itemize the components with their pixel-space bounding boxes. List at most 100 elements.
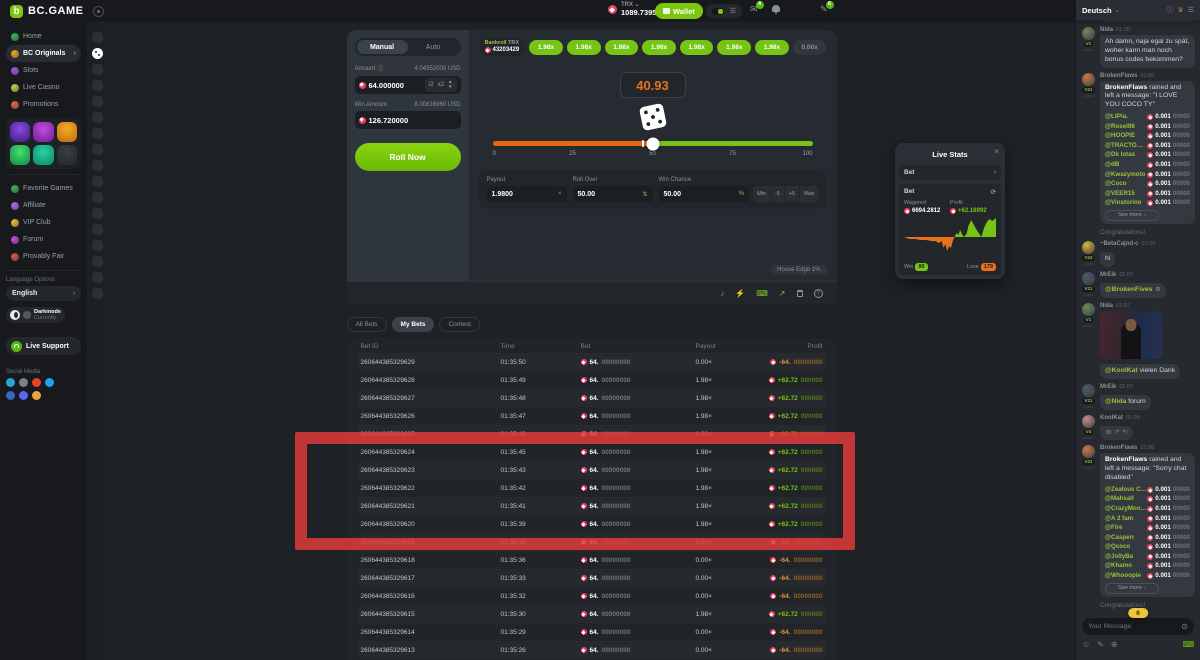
wallet-button[interactable]: Wallet [655, 3, 703, 19]
result-history-pill[interactable]: 1.98x [680, 40, 714, 55]
reddit-icon[interactable] [32, 378, 41, 387]
chance-min-button[interactable]: Min [753, 186, 771, 202]
table-row[interactable]: 26064438532961501:35:3064.000000001.98×+… [357, 605, 827, 623]
game-wheel-icon[interactable] [10, 122, 30, 142]
game-rocket-icon[interactable] [10, 145, 30, 165]
game-stack-icon[interactable] [57, 145, 77, 165]
roll-over-input[interactable]: 50.00 ⇅ [573, 186, 653, 202]
steam-icon[interactable] [19, 378, 28, 387]
close-icon[interactable]: × [994, 147, 999, 156]
slow-mode-icon[interactable]: ⊙ [1181, 622, 1188, 631]
user-mention[interactable]: @BrokenFives [1105, 286, 1152, 293]
recipient-name[interactable]: @VEER15 [1105, 190, 1135, 198]
sidebar-item-live-casino[interactable]: Live Casino [6, 79, 81, 96]
recipient-name[interactable]: @dB [1105, 161, 1119, 169]
rail-dice-game-icon[interactable] [92, 48, 103, 59]
rail-game-icon[interactable] [92, 240, 103, 251]
recipient-name[interactable]: @Dk lotas [1105, 151, 1135, 159]
avatar[interactable] [1082, 73, 1095, 86]
recipient-name[interactable]: @Vinstorino [1105, 199, 1142, 207]
sidebar-item-provably-fair[interactable]: Provably Fair [6, 248, 81, 265]
sidebar-collapse-button[interactable] [93, 6, 104, 17]
recipient-name[interactable]: @Zealous Coryd... [1105, 486, 1147, 494]
chance-max-button[interactable]: Max [800, 186, 818, 202]
result-history-pill[interactable]: 1.98x [605, 40, 639, 55]
table-row[interactable]: 26064438532962801:35:4964.000000001.98×+… [357, 371, 827, 389]
reset-icon[interactable]: ⟳ [991, 188, 996, 196]
live-stats-bet-row[interactable]: Bet › [899, 165, 1001, 180]
result-history-pill[interactable]: 1.98x [642, 40, 676, 55]
rail-game-icon[interactable] [92, 272, 103, 283]
sidebar-item-vip-club[interactable]: VIP Club [6, 214, 81, 231]
result-history-pill[interactable]: 1.98x [755, 40, 789, 55]
bc-logo-icon[interactable]: b [10, 5, 23, 18]
chat-message-input[interactable] [1088, 623, 1177, 630]
avatar[interactable] [1082, 445, 1095, 458]
trophy-icon[interactable]: ♕ [1177, 6, 1183, 14]
rail-game-icon[interactable] [92, 176, 103, 187]
amount-stepper[interactable]: ▲▼ [448, 80, 452, 90]
rail-game-icon[interactable] [92, 288, 103, 299]
avatar[interactable] [1082, 384, 1095, 397]
payout-input[interactable]: 1.9800 × [487, 186, 567, 202]
table-row[interactable]: 26064438532961701:35:3364.000000000.00×-… [357, 569, 827, 587]
chat-language-select[interactable]: Deutsch [1082, 6, 1112, 15]
rail-game-icon[interactable] [92, 64, 103, 75]
chat-rules-icon[interactable]: ⌨ [1182, 640, 1194, 649]
gif-icon[interactable]: ✎ [1097, 640, 1104, 649]
sidebar-item-slots[interactable]: Slots [6, 62, 81, 79]
attach-icon[interactable]: ⊕ [1111, 640, 1118, 649]
recipient-name[interactable]: @Whooopie [1105, 572, 1141, 580]
half-bet-button[interactable]: /2 [429, 82, 434, 88]
rail-game-icon[interactable] [92, 256, 103, 267]
notifications-bell-icon[interactable] [772, 5, 780, 12]
chance-minus5-button[interactable]: -5 [771, 186, 785, 202]
win-amount-input[interactable]: 126.720000 [355, 111, 461, 129]
twitter-icon[interactable] [45, 378, 54, 387]
rail-game-icon[interactable] [92, 144, 103, 155]
recipient-name[interactable]: @Fire [1105, 524, 1122, 532]
rail-game-icon[interactable] [92, 128, 103, 139]
double-bet-button[interactable]: x2 [438, 82, 444, 88]
tab-my-bets[interactable]: My Bets [392, 317, 435, 332]
game-gem-icon[interactable] [33, 145, 53, 165]
table-row[interactable]: 26064438532961301:35:2664.000000000.00×-… [357, 641, 827, 659]
darkmode-toggle[interactable]: Darkmode Currently [6, 307, 65, 323]
language-select[interactable]: English › [6, 286, 81, 301]
recipient-name[interactable]: @Mahsall [1105, 495, 1134, 503]
sound-icon[interactable]: ♪ [720, 290, 724, 298]
tab-contest[interactable]: Contest [439, 317, 479, 332]
rail-game-icon[interactable] [92, 32, 103, 43]
table-row[interactable]: 26064438532962901:35:5064.000000000.00×-… [357, 353, 827, 371]
sidebar-item-home[interactable]: Home [6, 28, 81, 45]
stats-icon[interactable]: ↗ [779, 290, 786, 298]
recipient-name[interactable]: @JollyBa [1105, 553, 1133, 561]
recipient-name[interactable]: @CrazyMonkey [1105, 505, 1147, 513]
recipient-name[interactable]: @Khamo [1105, 562, 1132, 570]
sidebar-item-promotions[interactable]: Promotions [6, 96, 81, 113]
bitcointalk-icon[interactable] [32, 391, 41, 400]
rail-game-icon[interactable] [92, 96, 103, 107]
recipient-name[interactable]: @Casperr [1105, 534, 1134, 542]
display-settings-toggle[interactable]: ☰ [706, 4, 742, 18]
discord-icon[interactable] [19, 391, 28, 400]
game-crown-icon[interactable] [57, 122, 77, 142]
chat-gif[interactable] [1100, 311, 1162, 359]
messages-icon[interactable]: ✉4 [750, 5, 758, 14]
see-more-button[interactable]: See more › [1105, 210, 1159, 221]
trash-icon[interactable] [797, 290, 803, 297]
roll-now-button[interactable]: Roll Now [355, 143, 461, 171]
recipient-name[interactable]: @Kwazymoto [1105, 171, 1145, 179]
result-history-pill[interactable]: 1.98x [567, 40, 601, 55]
result-history-pill[interactable]: 0.00x [793, 40, 827, 55]
avatar[interactable] [1082, 303, 1095, 316]
help-icon[interactable]: ? [814, 289, 823, 298]
rail-game-icon[interactable] [92, 112, 103, 123]
user-mention[interactable]: @Nida [1105, 398, 1126, 405]
rail-game-icon[interactable] [92, 160, 103, 171]
result-history-pill[interactable]: 1.98x [529, 40, 563, 55]
chat-info-icon[interactable]: ⓘ [1166, 5, 1173, 15]
table-row[interactable]: 26064438532962601:35:4764.000000001.98×+… [357, 407, 827, 425]
amount-input[interactable]: 64.000000 /2 x2 ▲▼ [355, 76, 461, 94]
tab-manual[interactable]: Manual [357, 40, 408, 54]
